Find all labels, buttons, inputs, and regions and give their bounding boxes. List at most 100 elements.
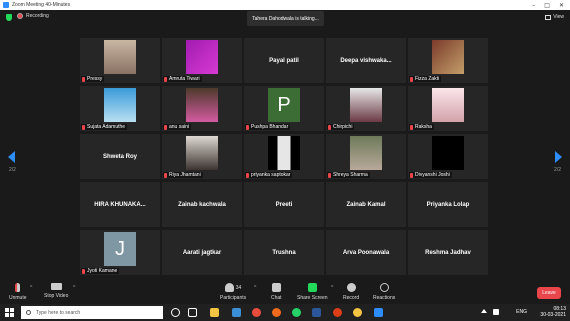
participant-tile[interactable]: Payal patil (244, 38, 324, 83)
participant-video (104, 40, 136, 74)
participant-label: Raksha (409, 124, 434, 130)
participant-video (350, 88, 382, 122)
participant-video (186, 88, 218, 122)
participant-name: Shweta Roy (102, 153, 137, 160)
record-icon (346, 283, 356, 292)
reactions-button[interactable]: Reactions (373, 283, 395, 301)
participant-tile[interactable]: Shreya Sharma (326, 134, 406, 179)
firefox-icon[interactable] (272, 308, 281, 317)
participant-tile[interactable]: Raksha (408, 86, 488, 131)
participant-tile[interactable]: Zainab Kamal (326, 182, 406, 227)
cortana-icon[interactable] (171, 308, 180, 317)
participant-tile[interactable]: Fizza Zakti (408, 38, 488, 83)
participant-label: Jyoti Kamane (81, 268, 120, 274)
language-indicator[interactable]: ENG (516, 309, 527, 315)
participant-name: Preeti (275, 201, 293, 208)
chrome-alt-icon[interactable] (353, 308, 362, 317)
audio-options-caret-icon[interactable]: ^ (30, 285, 32, 291)
file-explorer-icon[interactable] (210, 308, 219, 317)
participant-name: Payal patil (269, 57, 299, 64)
participant-tile[interactable]: HIRA KHUNAKA... (80, 182, 160, 227)
participant-tile[interactable]: Trushna (244, 230, 324, 275)
word-icon[interactable] (312, 308, 321, 317)
zoom-taskbar-icon[interactable] (374, 308, 383, 317)
participant-tile[interactable]: Riya Jhamtani (162, 134, 242, 179)
participant-tile[interactable]: Amruta Tiwari (162, 38, 242, 83)
next-page-arrow-icon[interactable] (555, 151, 562, 163)
participant-tile[interactable]: Arva Poonawala (326, 230, 406, 275)
muted-mic-icon (82, 124, 85, 130)
participant-video (350, 136, 382, 170)
muted-mic-icon (246, 172, 249, 178)
leave-button[interactable]: Leave (537, 287, 561, 299)
participant-video (186, 40, 218, 74)
muted-mic-icon (328, 124, 331, 130)
participant-avatar: P (268, 88, 300, 122)
unmute-button[interactable]: Unmute (9, 283, 27, 301)
view-button[interactable]: View (545, 14, 564, 20)
participant-tile[interactable]: Zainab kachwala (162, 182, 242, 227)
taskbar-search-box[interactable]: Type here to search (21, 306, 163, 319)
participant-label: anu saini (163, 124, 192, 130)
previous-page-arrow-icon[interactable] (8, 151, 15, 163)
participant-tile[interactable]: priyanka saptokar (244, 134, 324, 179)
security-shield-icon[interactable] (6, 14, 12, 21)
close-icon[interactable]: ✕ (559, 2, 564, 9)
recording-indicator[interactable]: Recording (17, 13, 49, 19)
windows-start-icon[interactable] (5, 308, 14, 317)
participant-name: Priyanka Lolap (426, 201, 470, 208)
participant-label: Sujata Adamuthe (81, 124, 128, 130)
participant-video (186, 136, 218, 170)
participant-tile[interactable]: Deepa vishwaka... (326, 38, 406, 83)
participant-tile[interactable]: P Pushpa Bhandar (244, 86, 324, 131)
participant-label: Riya Jhamtani (163, 172, 203, 178)
muted-mic-icon (246, 124, 249, 130)
participant-tile[interactable]: Preeti (244, 182, 324, 227)
windows-taskbar: Type here to search ENG 08:13 30-03-2021 (0, 304, 570, 321)
share-screen-button[interactable]: Share Screen (297, 283, 328, 301)
participant-tile[interactable]: Shweta Roy (80, 134, 160, 179)
participant-tile[interactable]: Chirpichi (326, 86, 406, 131)
participant-tile[interactable]: Aarati jagtkar (162, 230, 242, 275)
minimize-icon[interactable]: – (532, 2, 535, 9)
participant-tile[interactable]: Divyanshi Joshi (408, 134, 488, 179)
reactions-smiley-icon (379, 283, 389, 292)
participant-tile[interactable]: anu saini (162, 86, 242, 131)
muted-mic-icon (410, 124, 413, 130)
browser-icon[interactable] (333, 308, 342, 317)
tray-chevron-icon[interactable] (481, 309, 487, 313)
share-options-caret-icon[interactable]: ^ (331, 285, 333, 291)
chrome-icon[interactable] (252, 308, 261, 317)
recording-dot-icon (17, 13, 23, 19)
whatsapp-icon[interactable] (292, 308, 301, 317)
task-view-icon[interactable] (188, 308, 197, 317)
muted-mic-icon (328, 172, 331, 178)
battery-icon[interactable] (493, 309, 499, 315)
participants-caret-icon[interactable]: ^ (254, 285, 256, 291)
participant-label: Divyanshi Joshi (409, 172, 452, 178)
taskbar-clock[interactable]: 08:13 30-03-2021 (540, 306, 566, 318)
chat-button[interactable]: Chat (271, 283, 282, 301)
record-button[interactable]: Record (343, 283, 359, 301)
clock-date: 30-03-2021 (540, 312, 566, 318)
store-icon[interactable] (232, 308, 241, 317)
view-label: View (553, 14, 564, 20)
grid-view-icon (545, 14, 552, 20)
participant-tile[interactable]: Pressy (80, 38, 160, 83)
participant-tile[interactable]: Sujata Adamuthe (80, 86, 160, 131)
participant-name: Deepa vishwaka... (340, 57, 392, 64)
participants-button[interactable]: 34 Participants (220, 283, 246, 301)
video-options-caret-icon[interactable]: ^ (73, 285, 75, 291)
participant-tile[interactable]: Reshma Jadhav (408, 230, 488, 275)
participant-video (432, 40, 464, 74)
participant-label: Amruta Tiwari (163, 76, 202, 82)
participant-tile[interactable]: Priyanka Lolap (408, 182, 488, 227)
maximize-icon[interactable]: □ (544, 2, 550, 9)
zoom-logo-icon (3, 2, 9, 8)
muted-mic-icon (410, 172, 413, 178)
muted-mic-icon (164, 76, 167, 82)
participant-tile[interactable]: J Jyoti Kamane (80, 230, 160, 275)
participant-name: Zainab kachwala (178, 201, 226, 208)
search-icon (26, 310, 31, 315)
stop-video-button[interactable]: Stop Video (44, 283, 68, 299)
